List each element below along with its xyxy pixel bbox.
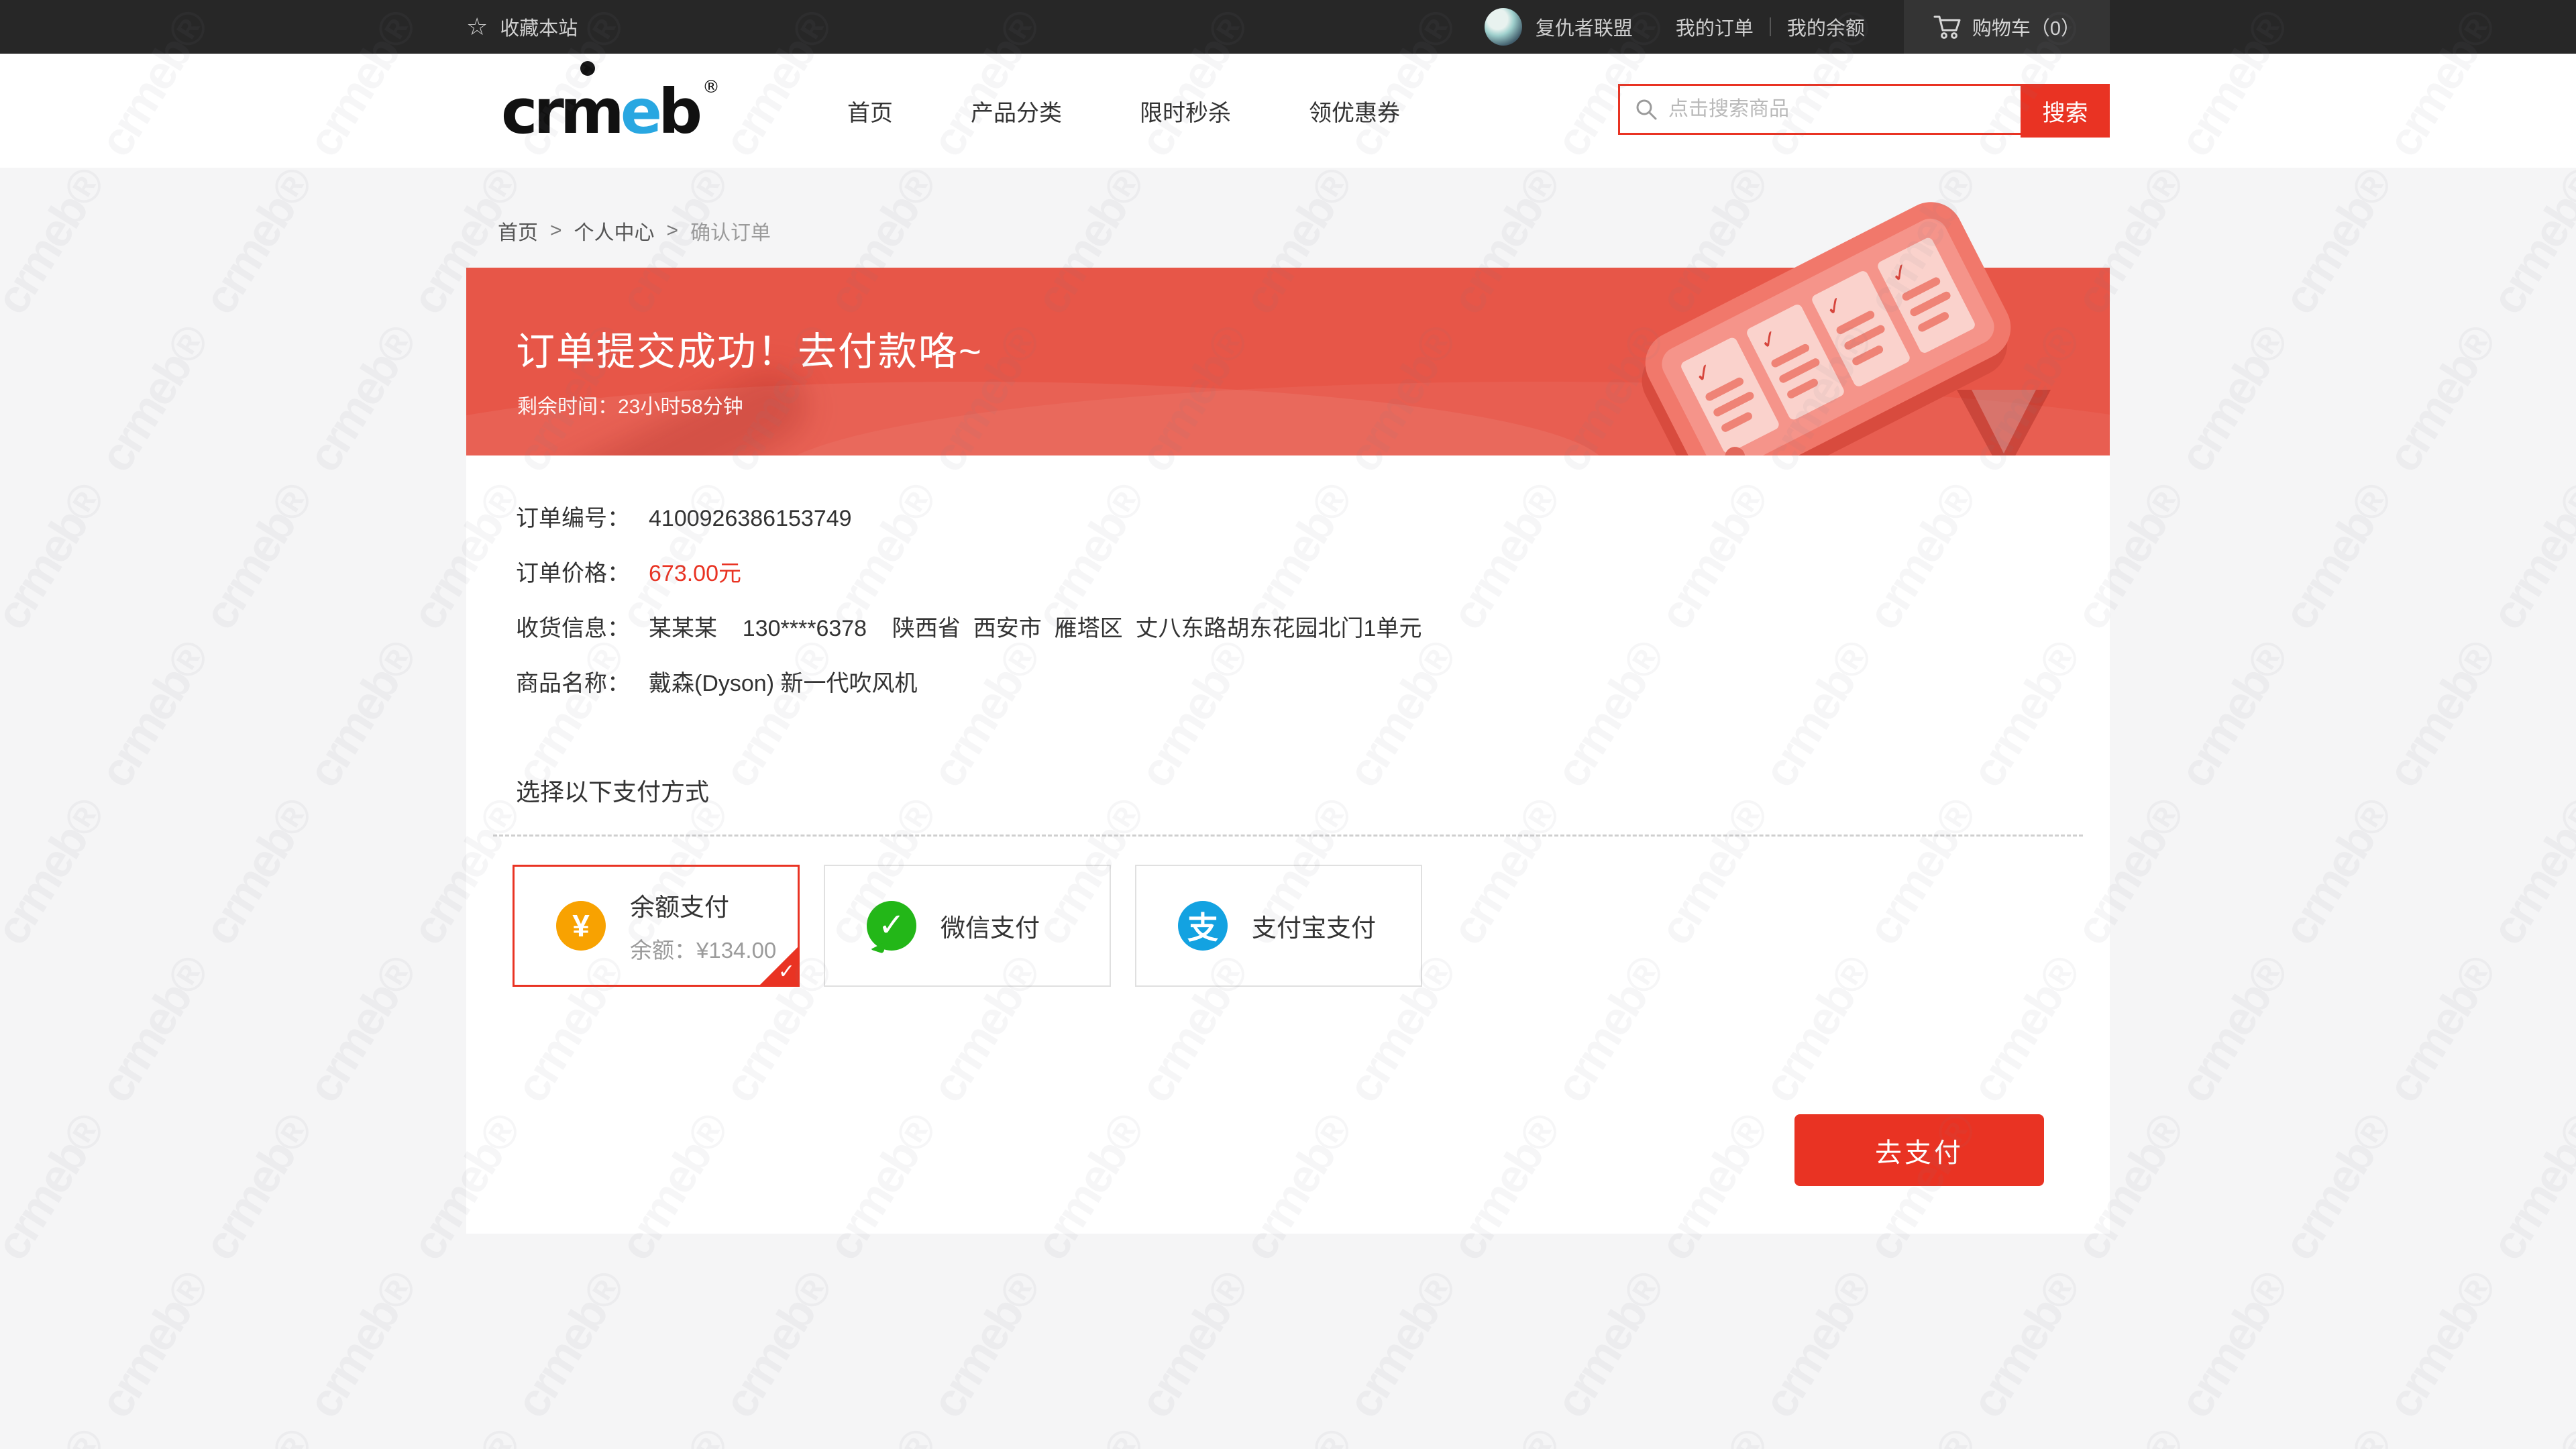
username-link[interactable]: 复仇者联盟 (1536, 13, 1633, 41)
wechat-icon: ✓ (867, 901, 916, 951)
crmeb-logo[interactable]: crmeb® (501, 78, 720, 143)
site-header: crmeb® 首页 产品分类 限时秒杀 领优惠券 搜索 (0, 54, 2576, 168)
breadcrumb-home[interactable]: 首页 (498, 216, 538, 246)
breadcrumb-separator: > (550, 219, 562, 242)
nav-coupons[interactable]: 领优惠券 (1309, 95, 1400, 127)
favorite-site-label: 收藏本站 (500, 13, 578, 41)
order-price-row: 订单价格： 673.00元 (516, 555, 2060, 588)
shipping-info-value: 某某某 130****6378 陕西省 西安市 雁塔区 丈八东路胡东花园北门1单… (649, 610, 1421, 643)
cart-button[interactable]: 购物车（0） (1904, 0, 2110, 54)
my-orders-link[interactable]: 我的订单 (1676, 13, 1754, 41)
search-button[interactable]: 搜索 (2021, 84, 2110, 138)
order-number-label: 订单编号： (516, 500, 630, 533)
my-balance-link[interactable]: 我的余额 (1787, 13, 1865, 41)
banner-title: 订单提交成功！去付款咯~ (516, 320, 983, 376)
payment-method-wechat[interactable]: ✓ 微信支付 (824, 865, 1111, 987)
topbar-divider (1770, 17, 1771, 36)
product-name-label: 商品名称： (516, 665, 630, 698)
go-pay-button[interactable]: 去支付 (1794, 1114, 2044, 1186)
cart-icon (1933, 14, 1962, 40)
breadcrumb-user-center[interactable]: 个人中心 (574, 216, 655, 246)
breadcrumb: 首页 > 个人中心 > 确认订单 (498, 216, 2110, 246)
breadcrumb-current: 确认订单 (690, 216, 771, 246)
phone-checklist-illustration: ✓ ✓ ✓ ✓ (1654, 229, 2029, 484)
payment-methods-heading: 选择以下支付方式 (516, 773, 2110, 808)
payment-method-balance[interactable]: ¥ 余额支付 余额：¥134.00 ✓ (513, 865, 800, 987)
balance-pay-label: 余额支付 (630, 887, 776, 923)
order-price-label: 订单价格： (516, 555, 630, 588)
logo-text: crmeb (501, 76, 698, 148)
balance-amount: 余额：¥134.00 (630, 932, 776, 965)
search-icon (1635, 98, 1658, 121)
payment-method-list: ¥ 余额支付 余额：¥134.00 ✓ ✓ 微信支付 支 支付宝支付 (513, 865, 2110, 987)
order-number-row: 订单编号： 4100926386153749 (516, 500, 2060, 533)
yen-icon: ¥ (556, 901, 606, 951)
search-area: 搜索 (1618, 84, 2110, 138)
nav-categories[interactable]: 产品分类 (971, 95, 1062, 127)
product-name-value: 戴森(Dyson) 新一代吹风机 (649, 665, 917, 698)
selected-check-icon: ✓ (778, 960, 795, 983)
alipay-icon: 支 (1178, 901, 1228, 951)
payment-method-alipay[interactable]: 支 支付宝支付 (1135, 865, 1422, 987)
main-nav: 首页 产品分类 限时秒杀 领优惠券 (847, 95, 1400, 127)
product-name-row: 商品名称： 戴森(Dyson) 新一代吹风机 (516, 665, 2060, 698)
order-info: 订单编号： 4100926386153749 订单价格： 673.00元 收货信… (466, 455, 2110, 698)
dashed-divider (493, 835, 2083, 837)
cart-label: 购物车（0） (1972, 13, 2080, 41)
nav-home[interactable]: 首页 (847, 95, 893, 127)
logo-registered-mark: ® (702, 77, 720, 97)
star-icon: ☆ (466, 15, 488, 39)
nav-flash-sale[interactable]: 限时秒杀 (1140, 95, 1231, 127)
wechat-pay-label: 微信支付 (941, 908, 1040, 944)
favorite-site-link[interactable]: ☆ 收藏本站 (466, 13, 578, 41)
topbar: ☆ 收藏本站 复仇者联盟 我的订单 我的余额 购物车（0） (0, 0, 2576, 54)
search-input[interactable] (1667, 97, 2021, 121)
user-avatar[interactable] (1485, 8, 1522, 46)
order-price-value: 673.00元 (649, 555, 741, 588)
shipping-info-row: 收货信息： 某某某 130****6378 陕西省 西安市 雁塔区 丈八东路胡东… (516, 610, 2060, 643)
alipay-pay-label: 支付宝支付 (1252, 908, 1376, 944)
breadcrumb-separator: > (667, 219, 679, 242)
order-detail-card: 订单编号： 4100926386153749 订单价格： 673.00元 收货信… (466, 455, 2110, 1234)
logo-dot (580, 61, 595, 76)
shipping-info-label: 收货信息： (516, 610, 630, 643)
order-number-value: 4100926386153749 (649, 506, 852, 532)
banner-countdown: 剩余时间：23小时58分钟 (517, 390, 743, 419)
order-success-banner: 订单提交成功！去付款咯~ 剩余时间：23小时58分钟 ✓ ✓ ✓ ✓ (466, 268, 2110, 455)
